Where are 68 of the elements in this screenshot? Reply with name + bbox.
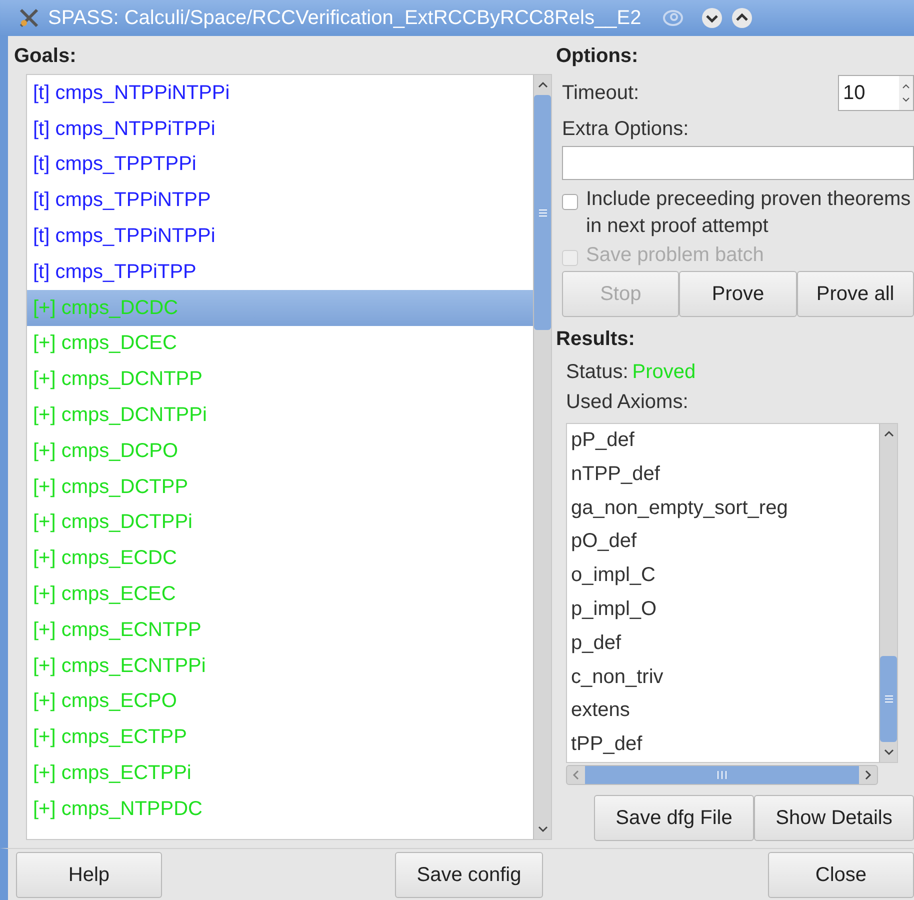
- extra-options-field[interactable]: [562, 146, 914, 180]
- section-label: Goals:: [14, 44, 78, 69]
- grip-icon: [884, 695, 892, 703]
- goal-text: [+] cmps_DCEC: [33, 331, 177, 356]
- goal-text: [t] cmps_TPPiTPP: [33, 260, 196, 285]
- goal-text: [+] cmps_ECEC: [33, 582, 176, 608]
- goal-text: [t] cmps_NTPPiNTPPi: [33, 80, 230, 106]
- goal-text: [+] cmps_ECPO: [33, 689, 177, 714]
- used-axioms-label: Used Axioms:: [566, 390, 690, 415]
- goal-text: [+] cmps_DCNTPPi: [33, 403, 207, 428]
- push-button[interactable]: Help: [16, 852, 162, 898]
- push-button[interactable]: Save dfg File: [594, 795, 754, 841]
- scrollbar[interactable]: [533, 75, 551, 839]
- axiom-item[interactable]: p_def: [567, 626, 879, 661]
- goal-text: [+] cmps_DCPO: [33, 438, 178, 464]
- goal-text: [+] cmps_ECNTPPi: [33, 654, 206, 679]
- axiom-item[interactable]: nTPP_def: [567, 458, 879, 492]
- status-value: Proved: [632, 360, 696, 385]
- checkbox-label: Save problem batch: [586, 243, 764, 268]
- grip-icon: [717, 771, 727, 779]
- goal-text: [+] cmps_DCNTPP: [33, 367, 202, 392]
- push-button[interactable]: Prove: [679, 271, 797, 317]
- goal-item[interactable]: [t] cmps_NTPPiTPPi: [27, 110, 533, 147]
- goal-text: [t] cmps_TPPiNTPP: [33, 188, 211, 214]
- goal-text: [+] cmps_DCDC: [33, 296, 178, 321]
- axiom-item[interactable]: c_non_triv: [567, 660, 879, 694]
- push-button[interactable]: Prove all: [796, 271, 914, 317]
- timeout-label: Timeout:: [562, 81, 640, 106]
- goal-item[interactable]: [t] cmps_TPPiNTPPi: [27, 218, 533, 254]
- goal-text: [+] cmps_ECDC: [33, 546, 177, 572]
- goal-item[interactable]: [t] cmps_TPPTPPi: [27, 146, 533, 182]
- axiom-item[interactable]: o_impl_C: [567, 559, 879, 593]
- goal-item[interactable]: [t] cmps_NTPPiNTPPi: [27, 75, 533, 111]
- scrollbar[interactable]: [879, 424, 897, 762]
- maximize-icon[interactable]: [731, 7, 754, 29]
- checkbox[interactable]: [562, 194, 578, 210]
- checkbox-label: Include preceeding proven theorems in next proof attempt: [586, 187, 912, 239]
- axiom-item[interactable]: p_impl_O: [567, 592, 879, 627]
- axiom-item[interactable]: pO_def: [567, 525, 879, 560]
- horizontal-scrollbar[interactable]: [566, 765, 878, 785]
- goal-text: [t] cmps_TPPTPPi: [33, 152, 196, 178]
- minimize-icon[interactable]: [701, 7, 724, 29]
- goal-text: [t] cmps_TPPiNTPPi: [33, 224, 216, 250]
- extra-options-label: Extra Options:: [562, 117, 690, 142]
- status-label: Status:: [566, 360, 628, 385]
- window-title: SPASS: Calculi/Space/RCCVerification_ExtRCCByRCC8Rels__E2: [48, 6, 642, 31]
- section-label: Results:: [556, 327, 636, 352]
- axiom-item[interactable]: pP_def: [567, 424, 879, 458]
- goal-item[interactable]: [t] cmps_TPPiNTPP: [27, 182, 533, 218]
- goal-text: [+] cmps_NTPPDC: [33, 796, 202, 822]
- goal-text: [+] cmps_DCTPPi: [33, 510, 192, 536]
- grip-icon: [538, 208, 546, 216]
- app-icon: [18, 7, 40, 29]
- goal-text: [+] cmps_ECTPP: [33, 725, 187, 750]
- push-button[interactable]: Show Details: [754, 795, 914, 841]
- goal-text: [+] cmps_ECTPPi: [33, 761, 192, 786]
- push-button[interactable]: Save config: [395, 852, 543, 898]
- goal-text: [+] cmps_ECNTPP: [33, 618, 202, 643]
- axiom-item[interactable]: extens: [567, 694, 879, 728]
- goal-item[interactable]: [t] cmps_TPPiTPP: [27, 254, 533, 290]
- goal-text: [+] cmps_DCTPP: [33, 474, 188, 500]
- push-button[interactable]: Close: [768, 852, 914, 898]
- axiom-item[interactable]: ga_non_empty_sort_reg: [567, 492, 879, 526]
- timeout-spinbox[interactable]: 10: [838, 75, 914, 111]
- goal-text: [t] cmps_NTPPiTPPi: [33, 116, 216, 142]
- section-label: Options:: [556, 44, 640, 69]
- spin-arrows-icon[interactable]: [899, 76, 913, 110]
- axiom-item[interactable]: tPP_def: [567, 728, 879, 762]
